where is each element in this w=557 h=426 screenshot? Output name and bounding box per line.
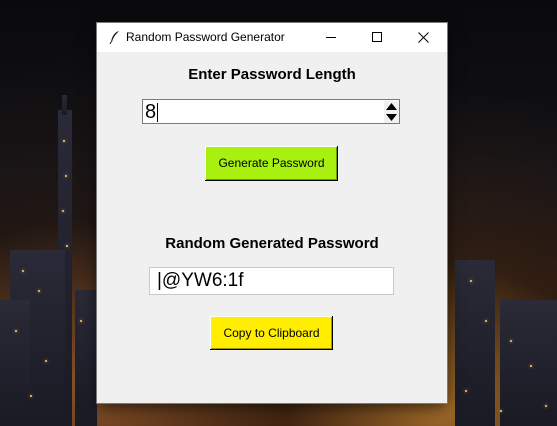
city-light [500,410,502,412]
spin-down-button[interactable] [384,112,399,123]
generate-password-button[interactable]: Generate Password [205,146,338,181]
city-light [66,245,68,247]
close-icon [418,32,429,43]
copy-to-clipboard-button[interactable]: Copy to Clipboard [210,316,333,350]
password-length-spinbox[interactable]: 8 [142,99,400,124]
city-light [62,210,64,212]
city-light [38,290,40,292]
skyline-tower [455,260,495,426]
city-light [545,405,547,407]
window-title: Random Password Generator [126,30,285,44]
skyline-tower [500,300,557,426]
city-light [22,270,24,272]
password-length-value[interactable]: 8 [145,100,156,124]
app-window: Random Password Generator Enter Password… [97,23,447,403]
skyline-tower [62,95,67,115]
city-light [485,320,487,322]
close-button[interactable] [401,23,447,52]
generated-password-value[interactable]: |@YW6:1f [157,268,244,294]
triangle-up-icon [386,103,397,110]
city-light [63,140,65,142]
generated-password-heading: Random Generated Password [165,235,379,252]
city-light [45,360,47,362]
city-light [470,280,472,282]
city-light [510,340,512,342]
minimize-button[interactable] [309,23,355,52]
spin-up-button[interactable] [384,101,399,112]
title-bar[interactable]: Random Password Generator [97,23,447,52]
maximize-button[interactable] [355,23,401,52]
city-light [80,320,82,322]
city-light [465,390,467,392]
skyline-tower [75,290,97,426]
city-light [15,330,17,332]
password-length-heading: Enter Password Length [188,66,356,83]
minimize-icon [326,37,336,38]
maximize-icon [372,32,382,42]
generated-password-field[interactable]: |@YW6:1f [149,267,394,295]
text-caret [157,103,158,122]
triangle-down-icon [386,114,397,121]
skyline-tower [0,300,30,426]
feather-icon [109,31,119,44]
city-light [65,175,67,177]
city-light [530,365,532,367]
city-light [30,395,32,397]
